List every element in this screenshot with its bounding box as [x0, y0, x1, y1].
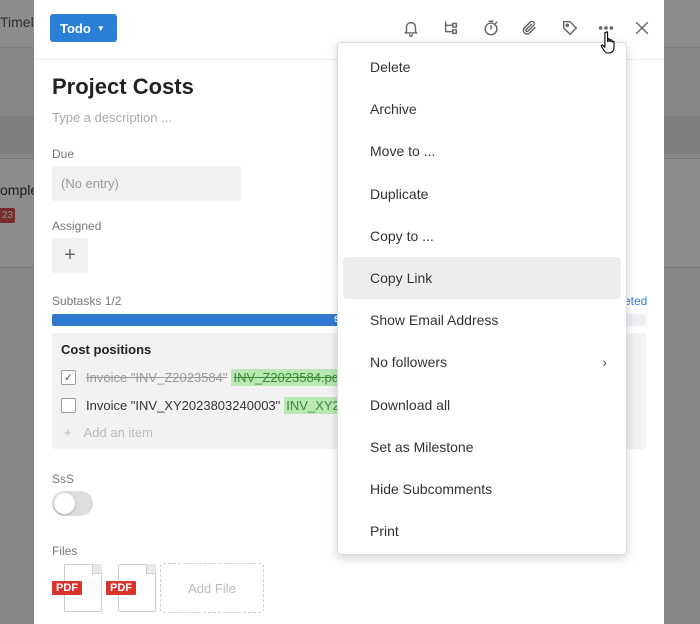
menu-item-print[interactable]: Print: [343, 510, 621, 552]
menu-item-set-milestone[interactable]: Set as Milestone: [343, 426, 621, 468]
toggle-knob: [54, 493, 75, 514]
add-file-button[interactable]: Add File: [160, 563, 264, 613]
checklist-item-text: Invoice "INV_XY2023803240003": [86, 397, 281, 413]
subtasks-label: Subtasks 1/2: [52, 294, 122, 308]
plus-icon: +: [64, 425, 72, 440]
pdf-file-thumbnail[interactable]: PDF: [52, 564, 102, 612]
pdf-file-thumbnail[interactable]: PDF: [106, 564, 156, 612]
checkbox-checked[interactable]: ✓: [61, 369, 76, 385]
hierarchy-icon[interactable]: [440, 17, 462, 39]
menu-item-label: Hide Subcomments: [370, 480, 493, 497]
chevron-right-icon: ›: [602, 354, 607, 371]
hand-cursor-icon: [600, 31, 615, 54]
menu-item-label: Copy Link: [370, 270, 433, 287]
tag-icon[interactable]: [559, 17, 581, 39]
close-icon[interactable]: [631, 17, 653, 39]
timer-icon[interactable]: [480, 17, 502, 39]
assigned-label: Assigned: [52, 219, 102, 233]
due-label: Due: [52, 147, 75, 161]
menu-item-label: Show Email Address: [370, 312, 499, 329]
paperclip-icon[interactable]: [519, 17, 541, 39]
menu-item-label: Set as Milestone: [370, 438, 474, 455]
add-item-label: Add an item: [83, 425, 153, 440]
pdf-badge: PDF: [106, 581, 136, 595]
menu-item-copy-to[interactable]: Copy to ...: [343, 215, 621, 257]
progress-fill: 50: [52, 314, 349, 326]
checklist-title: Cost positions: [61, 342, 152, 357]
menu-item-move-to[interactable]: Move to ...: [343, 130, 621, 172]
page-fold: [92, 564, 102, 574]
checkbox-unchecked[interactable]: [61, 397, 76, 413]
caret-down-icon: ▼: [96, 23, 105, 33]
menu-item-label: Copy to ...: [370, 227, 434, 244]
checklist-item[interactable]: ✓ Invoice "INV_Z2023584" INV_Z2023584.pd: [61, 368, 342, 386]
menu-item-label: Archive: [370, 101, 417, 118]
page-fold: [146, 564, 156, 574]
show-completed-link[interactable]: eted: [624, 294, 647, 308]
menu-item-label: Duplicate: [370, 185, 429, 202]
menu-item-show-email[interactable]: Show Email Address: [343, 299, 621, 341]
checklist-item[interactable]: Invoice "INV_XY2023803240003" INV_XY20: [61, 396, 349, 414]
menu-item-label: Download all: [370, 396, 451, 413]
menu-item-followers[interactable]: No followers ›: [343, 341, 621, 383]
sss-label: SsS: [52, 472, 75, 486]
menu-item-delete[interactable]: Delete: [343, 46, 621, 88]
menu-item-hide-subcomments[interactable]: Hide Subcomments: [343, 468, 621, 510]
menu-item-duplicate[interactable]: Duplicate: [343, 173, 621, 215]
add-item-button[interactable]: + Add an item: [64, 425, 153, 440]
description-input[interactable]: Type a description ...: [52, 110, 172, 125]
more-actions-menu: Delete Archive Move to ... Duplicate Cop…: [337, 42, 627, 555]
status-label: Todo: [60, 20, 91, 36]
menu-item-label: Delete: [370, 59, 411, 76]
task-title[interactable]: Project Costs: [52, 74, 194, 100]
menu-item-download-all[interactable]: Download all: [343, 384, 621, 426]
checklist-item-text: Invoice "INV_Z2023584": [86, 369, 228, 385]
bell-icon[interactable]: [400, 17, 422, 39]
sss-toggle[interactable]: [52, 491, 93, 516]
menu-item-label: No followers: [370, 354, 448, 371]
status-dropdown-button[interactable]: Todo ▼: [50, 14, 117, 42]
menu-item-copy-link[interactable]: Copy Link: [343, 256, 621, 300]
menu-item-label: Print: [370, 523, 399, 540]
file-chip[interactable]: INV_Z2023584.pd: [231, 368, 342, 386]
menu-item-archive[interactable]: Archive: [343, 88, 621, 130]
files-label: Files: [52, 544, 78, 558]
menu-item-label: Move to ...: [370, 143, 436, 160]
pdf-badge: PDF: [52, 581, 82, 595]
add-assignee-button[interactable]: +: [52, 238, 88, 273]
due-date-field[interactable]: (No entry): [52, 166, 241, 201]
